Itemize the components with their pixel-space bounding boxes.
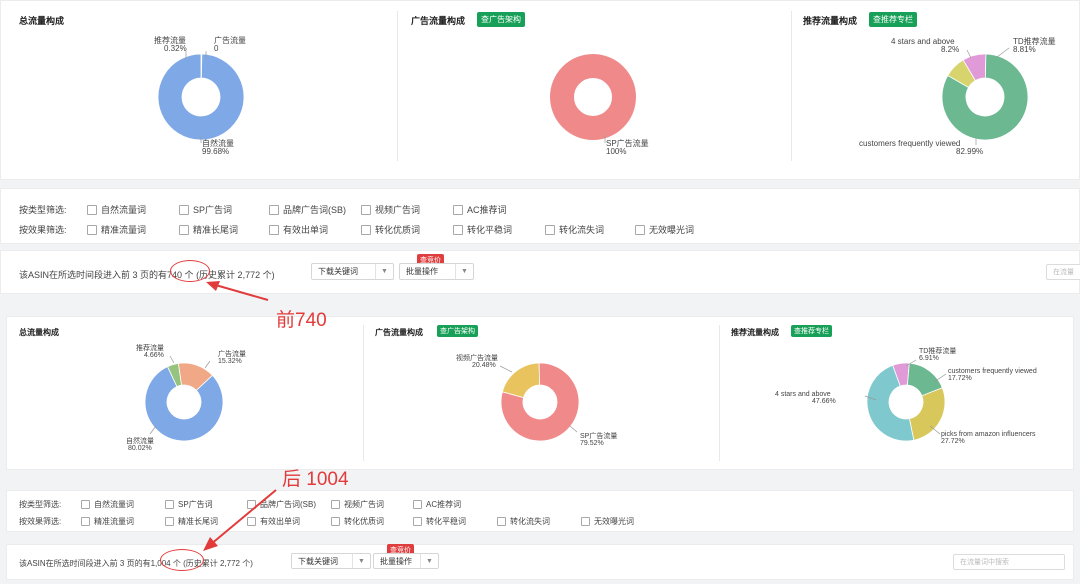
annotation-back: 后 1004: [282, 469, 349, 490]
arrow-line: [209, 489, 277, 546]
arrow-head-icon: [206, 281, 220, 291]
annotation-arrows: [203, 281, 277, 551]
arrow-line: [211, 283, 269, 301]
annotation-front: 前740: [276, 310, 327, 331]
